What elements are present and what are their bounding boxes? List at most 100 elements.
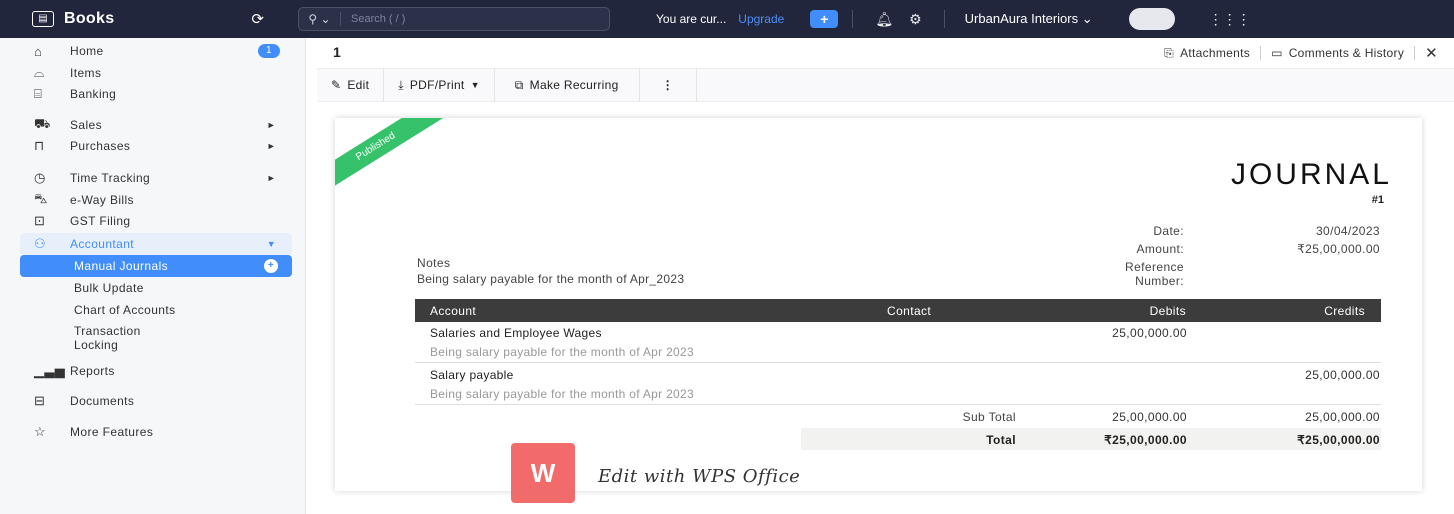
edit-button[interactable]: ✎ Edit <box>317 68 385 102</box>
gear-icon[interactable]: ⚙ <box>909 11 922 28</box>
row-account: Salary payable <box>430 368 514 382</box>
sidebar-item-label: Documents <box>70 394 135 408</box>
row-divider <box>415 362 1381 363</box>
search-input[interactable]: Search ( / ) <box>341 13 405 25</box>
folder-icon: ⊟ <box>34 393 46 408</box>
table-header: Account Contact Debits Credits <box>415 299 1381 322</box>
sidebar-item-label: Purchases <box>70 139 131 153</box>
row-divider <box>415 404 1381 405</box>
divider <box>1414 46 1416 60</box>
button-label: Edit <box>347 78 370 92</box>
pdf-print-button[interactable]: ⤓ PDF/Print ▼ <box>384 68 495 102</box>
chevron-down-icon: ▼ <box>470 80 480 90</box>
clock-icon: ◷ <box>34 170 46 185</box>
recent-activity-icon[interactable]: ⟳ <box>251 10 264 28</box>
date-value: 30/04/2023 <box>1315 224 1380 238</box>
row-description: Being salary payable for the month of Ap… <box>430 387 694 401</box>
sidebar-item-items[interactable]: ⌓ Items <box>20 62 292 84</box>
sidebar-item-label: Banking <box>70 87 117 101</box>
chevron-right-icon: ► <box>266 120 276 130</box>
sidebar-item-transaction-locking[interactable]: Transaction Locking <box>20 324 292 352</box>
total-row <box>801 428 1381 450</box>
column-header-debits: Debits <box>1149 304 1186 318</box>
status-ribbon: Published <box>335 118 446 197</box>
search-icon[interactable]: ⚲ ⌄ <box>299 12 341 26</box>
sidebar-item-manual-journals[interactable]: Manual Journals + <box>20 255 292 277</box>
main-content: 1 ⎘ Attachments ▭ Comments & History ✕ ✎… <box>307 38 1454 514</box>
sidebar-item-label: Accountant <box>70 237 135 251</box>
action-toolbar: ✎ Edit ⤓ PDF/Print ▼ ⧉ Make Recurring ⋮ <box>317 68 1454 102</box>
reference-label: Number: <box>1135 274 1184 288</box>
reference-label: Reference <box>1125 260 1184 274</box>
add-icon[interactable]: + <box>264 259 278 273</box>
notes-heading: Notes <box>417 256 451 270</box>
items-icon: ⌓ <box>34 65 45 80</box>
sidebar-item-more-features[interactable]: ☆ More Features <box>20 421 292 443</box>
sidebar-item-time-tracking[interactable]: ◷ Time Tracking ► <box>20 167 292 189</box>
total-label: Total <box>986 433 1016 447</box>
sidebar-item-purchases[interactable]: ⊓ Purchases ► <box>20 135 292 157</box>
sidebar-item-gst-filing[interactable]: ⊡ GST Filing <box>20 210 292 232</box>
home-icon: ⌂ <box>34 43 43 59</box>
sidebar-item-home[interactable]: ⌂ Home 1 <box>20 40 292 62</box>
star-icon: ☆ <box>34 424 47 439</box>
chevron-down-icon: ▼ <box>266 239 276 249</box>
organization-switcher[interactable]: UrbanAura Interiors ⌄ <box>965 11 1093 27</box>
subtotal-debit: 25,00,000.00 <box>1112 410 1187 424</box>
quick-create-button[interactable]: + <box>810 10 839 28</box>
divider <box>852 10 854 28</box>
comment-icon[interactable]: ▭ <box>1271 46 1283 60</box>
avatar[interactable] <box>1128 8 1175 30</box>
column-header-contact: Contact <box>887 304 932 318</box>
more-options-icon[interactable]: ⋮ <box>640 68 697 102</box>
row-description: Being salary payable for the month of Ap… <box>430 345 694 359</box>
bell-icon[interactable]: 🔔︎ <box>875 11 893 28</box>
sidebar-item-sales[interactable]: ⛟ Sales ► <box>20 114 292 136</box>
sidebar-item-label: More Features <box>70 425 154 439</box>
trial-text: You are cur... <box>656 12 727 26</box>
sidebar-item-documents[interactable]: ⊟ Documents <box>20 390 292 412</box>
sidebar-item-label: Transaction <box>74 324 141 338</box>
close-icon[interactable]: ✕ <box>1425 44 1438 62</box>
comments-history-button[interactable]: Comments & History <box>1289 46 1404 60</box>
search-box[interactable]: ⚲ ⌄ Search ( / ) <box>298 7 610 31</box>
sidebar-item-label: Reports <box>70 364 115 378</box>
pdf-icon: ⤓ <box>398 77 404 92</box>
total-debit: ₹25,00,000.00 <box>1104 433 1187 447</box>
chevron-right-icon: ► <box>266 141 276 151</box>
sidebar-item-label: Home <box>70 44 104 58</box>
sidebar-item-label: Chart of Accounts <box>74 303 176 317</box>
brand: ▤ Books ⟳ <box>0 10 290 28</box>
column-header-credits: Credits <box>1324 304 1365 318</box>
notification-badge: 1 <box>258 44 280 58</box>
pencil-icon: ✎ <box>331 78 342 92</box>
bag-icon: ⊓ <box>34 138 45 153</box>
amount-value: ₹25,00,000.00 <box>1297 242 1380 256</box>
filing-icon: ⊡ <box>34 213 46 228</box>
divider <box>943 10 945 28</box>
sidebar-item-eway-bills[interactable]: ⛍ e-Way Bills <box>20 189 292 211</box>
header-actions: ⎘ Attachments ▭ Comments & History ✕ <box>1164 44 1438 62</box>
sidebar-item-accountant[interactable]: ⚇ Accountant ▼ <box>20 233 292 255</box>
sidebar-item-reports[interactable]: ▁▃▅ Reports <box>20 360 292 382</box>
sidebar-item-label: Bulk Update <box>74 281 144 295</box>
app-grid-icon[interactable]: ⋮⋮⋮ <box>1209 11 1251 28</box>
attachments-button[interactable]: Attachments <box>1180 46 1250 60</box>
sidebar-item-bulk-update[interactable]: Bulk Update <box>20 281 292 295</box>
paperclip-icon[interactable]: ⎘ <box>1164 46 1174 61</box>
make-recurring-button[interactable]: ⧉ Make Recurring <box>495 68 640 102</box>
total-credit: ₹25,00,000.00 <box>1297 433 1380 447</box>
sidebar-item-chart-of-accounts[interactable]: Chart of Accounts <box>20 303 292 317</box>
accountant-icon: ⚇ <box>34 236 47 251</box>
row-account: Salaries and Employee Wages <box>430 326 602 340</box>
column-header-account: Account <box>430 304 477 318</box>
watermark-text: Edit with WPS Office <box>598 466 801 487</box>
upgrade-link[interactable]: Upgrade <box>738 12 784 26</box>
journal-document: Published JOURNAL #1 Date: 30/04/2023 Am… <box>335 118 1422 491</box>
sidebar-item-label: GST Filing <box>70 214 131 228</box>
sidebar-item-label: Locking <box>74 338 119 352</box>
detail-header: 1 ⎘ Attachments ▭ Comments & History ✕ <box>307 38 1454 68</box>
notes-text: Being salary payable for the month of Ap… <box>417 272 685 286</box>
sidebar-item-banking[interactable]: ⌸ Banking <box>20 83 292 105</box>
books-logo-icon: ▤ <box>32 11 54 27</box>
